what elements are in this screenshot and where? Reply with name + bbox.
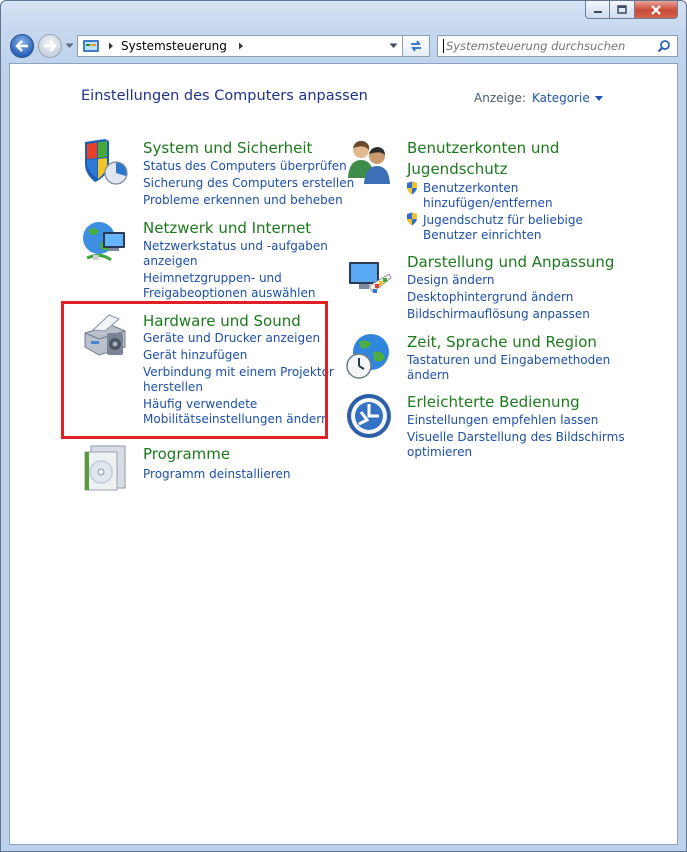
category-title[interactable]: Darstellung und Anpassung [407,252,614,272]
link-probleme-beheben[interactable]: Probleme erkennen und beheben [143,193,343,209]
content-area: Einstellungen des Computers anpassen Anz… [9,63,678,845]
highlight-box [61,301,328,439]
link-benutzerkonten[interactable]: hinzufügen/entfernen [423,196,553,212]
refresh-button[interactable] [403,35,430,57]
security-shield-icon [85,139,128,185]
link-heimnetzgruppen[interactable]: Freigabeoptionen auswählen [143,286,315,302]
display-paint-icon [349,262,392,293]
recent-pages-dropdown-icon[interactable] [65,43,74,49]
category-title[interactable]: Zeit, Sprache und Region [407,332,597,352]
maximize-button[interactable] [610,1,635,19]
view-selector[interactable]: Kategorie [532,91,603,105]
ease-of-access-icon [347,394,391,438]
link-status-ueberpruefen[interactable]: Status des Computers überprüfen [143,159,347,175]
network-globe-icon [83,222,125,262]
window: Systemsteuerung Einstellungen des Comput… [0,0,687,852]
caption-buttons [585,1,678,19]
breadcrumb-arrow-icon[interactable] [236,41,246,51]
users-icon [348,140,390,184]
search-input[interactable] [444,38,658,54]
link-benutzerkonten[interactable]: Benutzerkonten [423,181,518,197]
breadcrumb-systemsteuerung[interactable]: Systemsteuerung [121,39,227,53]
link-jugendschutz[interactable]: Benutzer einrichten [423,228,541,244]
close-icon [651,4,661,15]
link-design-aendern[interactable]: Design ändern [407,273,495,289]
link-visuelle-darstellung[interactable]: Visuelle Darstellung des Bildschirms [407,430,625,446]
view-selector-value[interactable]: Kategorie [532,91,590,105]
link-einstellungen-empfehlen[interactable]: Einstellungen empfehlen lassen [407,413,598,429]
category-title[interactable]: Erleichterte Bedienung [407,392,580,412]
category-title[interactable]: System und Sicherheit [143,138,312,158]
link-netzwerkstatus[interactable]: Netzwerkstatus und -aufgaben [143,239,328,255]
page-title: Einstellungen des Computers anpassen [81,88,368,104]
link-bildschirmaufloesung[interactable]: Bildschirmauflösung anpassen [407,307,590,323]
view-label: Anzeige: [474,91,526,105]
search-box[interactable] [437,35,678,57]
category-title[interactable]: Netzwerk und Internet [143,218,311,238]
refresh-icon [411,40,421,52]
forward-button[interactable] [38,34,62,58]
programs-disc-icon [84,445,126,491]
address-bar[interactable]: Systemsteuerung [77,35,403,57]
link-tastaturen[interactable]: Tastaturen und Eingabemethoden [407,353,610,369]
chevron-down-icon [594,95,603,101]
navigation-bar: Systemsteuerung [1,31,686,63]
link-visuelle-darstellung[interactable]: optimieren [407,445,472,461]
link-jugendschutz[interactable]: Jugendschutz für beliebige [423,213,583,229]
maximize-icon [617,5,627,14]
uac-shield-icon [407,212,417,226]
back-button[interactable] [10,34,34,58]
category-title[interactable]: Benutzerkonten und [407,138,559,158]
close-button[interactable] [635,1,678,19]
control-panel-icon [83,40,99,52]
link-desktophintergrund[interactable]: Desktophintergrund ändern [407,290,573,306]
arrow-right-icon [44,40,57,52]
minimize-button[interactable] [585,1,610,19]
breadcrumb-arrow-icon [109,42,113,50]
arrow-left-icon [15,40,28,52]
address-dropdown-icon[interactable] [389,43,398,49]
link-heimnetzgruppen[interactable]: Heimnetzgruppen- und [143,271,282,287]
minimize-icon [593,10,602,13]
search-icon[interactable] [657,39,671,53]
category-title[interactable]: Programme [143,444,230,464]
link-sicherung-erstellen[interactable]: Sicherung des Computers erstellen [143,176,354,192]
link-programm-deinstallieren[interactable]: Programm deinstallieren [143,467,290,483]
link-tastaturen[interactable]: ändern [407,368,449,384]
globe-clock-icon [346,334,389,379]
link-netzwerkstatus[interactable]: anzeigen [143,254,198,270]
uac-shield-icon [407,181,417,195]
category-title[interactable]: Jugendschutz [407,159,508,179]
